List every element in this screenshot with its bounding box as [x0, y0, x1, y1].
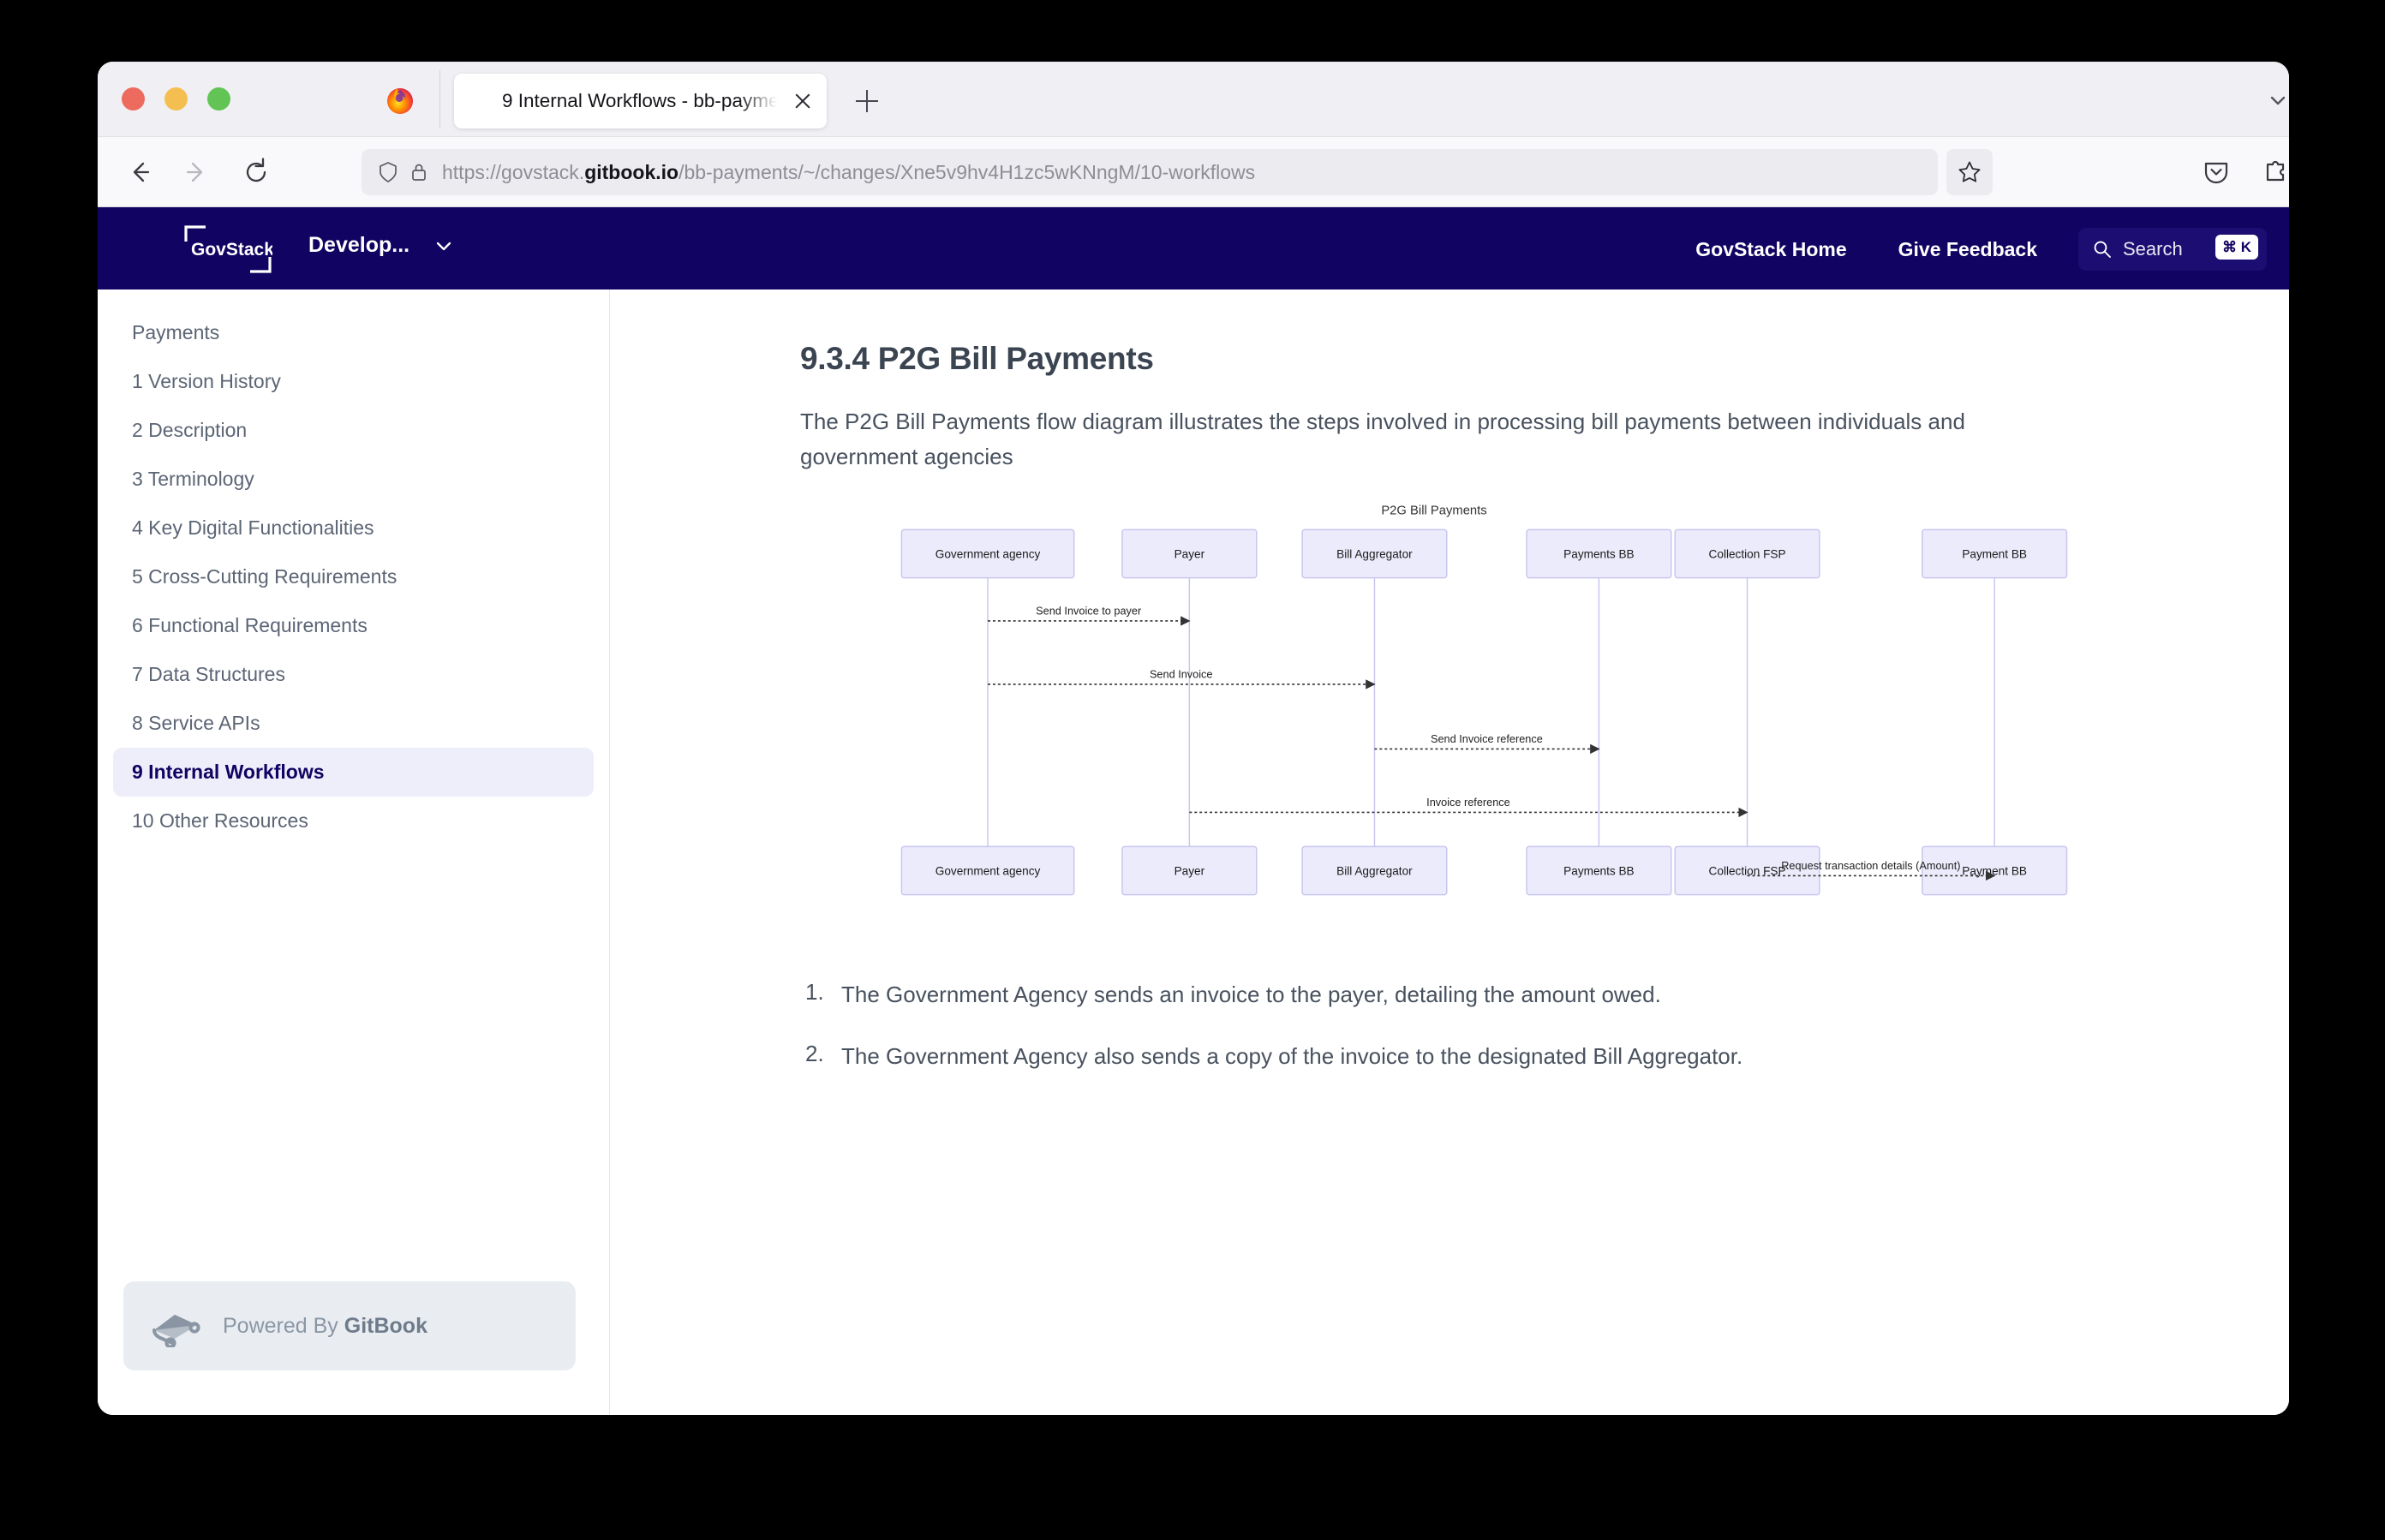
- navigation-toolbar: https://govstack.gitbook.io/bb-payments/…: [98, 137, 2289, 207]
- participant-label-payer: Payer: [1175, 548, 1205, 561]
- chevron-down-icon: [436, 242, 451, 250]
- svg-text:GovStack: GovStack: [191, 240, 272, 260]
- step-text: The Government Agency also sends a copy …: [841, 1043, 1743, 1070]
- forward-button[interactable]: [178, 153, 216, 191]
- search-placeholder: Search: [2123, 238, 2183, 260]
- header-nav: GovStack Home Give Feedback Search ⌘ K: [1670, 228, 2267, 271]
- message-label-4: Request transaction details (Amount): [1781, 859, 1960, 872]
- search-input[interactable]: Search ⌘ K: [2078, 228, 2267, 271]
- star-icon: [1958, 161, 1981, 182]
- diagram-title: P2G Bill Payments: [1381, 504, 1486, 518]
- sidebar-item-service-apis[interactable]: 8 Service APIs: [113, 699, 594, 748]
- govstack-logo[interactable]: GovStack: [183, 224, 272, 274]
- message-label-2: Send Invoice reference: [1431, 732, 1543, 745]
- list-item: 1. The Government Agency sends an invoic…: [805, 979, 2047, 1010]
- sidebar-item-version-history[interactable]: 1 Version History: [113, 357, 594, 406]
- message-label-1: Send Invoice: [1150, 668, 1213, 681]
- gitbook-icon: [152, 1315, 200, 1347]
- back-button[interactable]: [120, 153, 158, 191]
- nav-link-give-feedback[interactable]: Give Feedback: [1873, 238, 2063, 261]
- firefox-logo-icon: [387, 88, 413, 114]
- sidebar-item-other-resources[interactable]: 10 Other Resources: [113, 797, 594, 845]
- step-number: 2.: [805, 1041, 824, 1067]
- participant-label-cfsp: Collection FSP: [1709, 548, 1786, 561]
- steps-list: 1. The Government Agency sends an invoic…: [805, 979, 2047, 1103]
- participant-label-gov: Government agency: [935, 548, 1041, 561]
- participant-label-gov: Government agency: [935, 865, 1041, 878]
- product-dropdown-label: Develop...: [308, 233, 410, 257]
- tab-title: 9 Internal Workflows - bb-payme: [502, 90, 777, 111]
- powered-by-gitbook-badge[interactable]: Powered By GitBook: [123, 1281, 576, 1370]
- minimize-window-button[interactable]: [164, 87, 188, 110]
- window-controls: [122, 87, 230, 110]
- gitbook-label: Powered By GitBook: [223, 1313, 427, 1338]
- nav-link-govstack-home[interactable]: GovStack Home: [1670, 238, 1872, 261]
- step-text: The Government Agency sends an invoice t…: [841, 982, 1661, 1007]
- sidebar-item-payments[interactable]: Payments: [113, 308, 594, 357]
- sidebar-item-data-structures[interactable]: 7 Data Structures: [113, 650, 594, 699]
- browser-window: 9 Internal Workflows - bb-payme https://…: [98, 62, 2289, 1415]
- search-icon: [2094, 241, 2111, 258]
- new-tab-button[interactable]: [848, 82, 886, 120]
- url-bar[interactable]: https://govstack.gitbook.io/bb-payments/…: [362, 149, 1938, 195]
- maximize-window-button[interactable]: [207, 87, 230, 110]
- participant-label-pbb: Payments BB: [1563, 548, 1634, 561]
- page-body: Payments 1 Version History 2 Description…: [98, 289, 2289, 1415]
- sidebar-item-description[interactable]: 2 Description: [113, 406, 594, 455]
- search-shortcut-badge: ⌘ K: [2215, 235, 2258, 260]
- close-tab-icon[interactable]: [784, 82, 822, 120]
- lock-icon: [412, 164, 426, 181]
- sidebar-item-functional-requirements[interactable]: 6 Functional Requirements: [113, 601, 594, 650]
- sidebar-item-internal-workflows[interactable]: 9 Internal Workflows: [113, 748, 594, 797]
- reload-button[interactable]: [237, 153, 275, 191]
- participant-label-pbb: Payments BB: [1563, 865, 1634, 878]
- main-content: 9.3.4 P2G Bill Payments The P2G Bill Pay…: [610, 289, 2289, 1415]
- message-label-3: Invoice reference: [1426, 796, 1510, 809]
- close-window-button[interactable]: [122, 87, 145, 110]
- participant-label-paybb: Payment BB: [1962, 548, 2027, 561]
- browser-tab[interactable]: 9 Internal Workflows - bb-payme: [454, 74, 827, 128]
- participant-label-bill: Bill Aggregator: [1336, 865, 1413, 878]
- chevron-down-icon[interactable]: [2265, 87, 2289, 113]
- list-item: 2. The Government Agency also sends a co…: [805, 1041, 2047, 1071]
- shield-icon: [380, 162, 397, 182]
- sidebar: Payments 1 Version History 2 Description…: [98, 289, 610, 1415]
- message-label-0: Send Invoice to payer: [1036, 605, 1142, 618]
- site-header: GovStack Develop... GovStack Home Give F…: [98, 207, 2289, 289]
- sidebar-item-terminology[interactable]: 3 Terminology: [113, 455, 594, 504]
- bookmark-button[interactable]: [1946, 149, 1993, 195]
- p2g-bill-payments-sequence-diagram: P2G Bill Payments Government agency Govern…: [900, 504, 2068, 896]
- tabstrip-divider: [439, 70, 440, 128]
- participant-label-bill: Bill Aggregator: [1336, 548, 1413, 561]
- pocket-icon[interactable]: [2198, 153, 2234, 189]
- sidebar-item-cross-cutting-requirements[interactable]: 5 Cross-Cutting Requirements: [113, 552, 594, 601]
- sidebar-item-key-digital-functionalities[interactable]: 4 Key Digital Functionalities: [113, 504, 594, 552]
- participant-label-payer: Payer: [1175, 865, 1205, 878]
- step-number: 1.: [805, 979, 824, 1005]
- tab-strip: 9 Internal Workflows - bb-payme: [98, 62, 2289, 137]
- extensions-puzzle-icon[interactable]: [2256, 153, 2289, 189]
- url-text: https://govstack.gitbook.io/bb-payments/…: [442, 160, 1256, 183]
- web-page: GovStack Develop... GovStack Home Give F…: [98, 207, 2289, 1415]
- intro-paragraph: The P2G Bill Payments flow diagram illus…: [800, 409, 1965, 469]
- product-dropdown[interactable]: Develop...: [308, 233, 456, 258]
- page-title: 9.3.4 P2G Bill Payments: [800, 341, 1154, 376]
